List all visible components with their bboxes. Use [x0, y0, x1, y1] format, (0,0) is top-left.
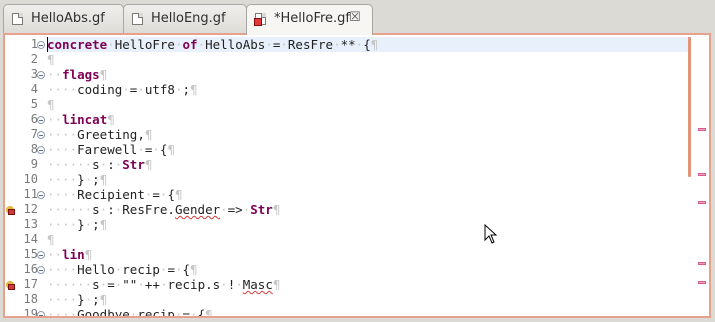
code-line[interactable]: ······s·:·ResFre.Gender·=>·Str¶: [47, 202, 280, 217]
fold-toggle-icon[interactable]: [37, 191, 45, 199]
line-number: 19: [23, 307, 38, 318]
tab-helloabs[interactable]: HelloAbs.gf: [3, 4, 124, 33]
tab-hellofre[interactable]: *HelloFre.gf ☒: [246, 4, 373, 35]
fold-toggle-icon[interactable]: [37, 116, 45, 124]
line-number: 14: [23, 232, 38, 246]
line-number: 2: [30, 52, 38, 66]
line-number: 12: [23, 202, 38, 216]
line-number: 10: [23, 172, 38, 186]
annotation-ruler: [5, 35, 16, 316]
line-number: 8: [30, 142, 38, 156]
gf-file-error-icon: [254, 13, 266, 26]
line-number: 1: [30, 37, 38, 51]
mouse-pointer-icon: [484, 224, 498, 244]
overview-error-mark[interactable]: [698, 128, 706, 131]
code-editor[interactable]: 1 2 3 4 5 6 7 8 9 10 11 12 13 14 15 16 17 18 19 concrete·H…: [3, 33, 711, 318]
editor-tab-bar: HelloAbs.gf HelloEng.gf *HelloFre.gf ☒: [0, 0, 715, 35]
tab-label: *HelloFre.gf: [274, 11, 351, 26]
code-line[interactable]: ¶: [47, 232, 55, 247]
line-number: 6: [30, 112, 38, 126]
code-line[interactable]: ··lincat¶: [47, 112, 115, 127]
code-line[interactable]: ····Recipient·=·{¶: [47, 187, 183, 202]
line-number: 15: [23, 247, 38, 261]
line-number: 7: [30, 127, 38, 141]
code-line[interactable]: ······s·=·""·++·recip.s·!·Masc¶: [47, 277, 280, 292]
code-line[interactable]: ··flags¶: [47, 67, 107, 82]
error-marker-icon[interactable]: [6, 205, 16, 215]
fold-toggle-icon[interactable]: [37, 71, 45, 79]
code-line[interactable]: ¶: [47, 52, 55, 67]
gf-file-icon: [132, 13, 143, 25]
code-line[interactable]: ····}·;¶: [47, 217, 107, 232]
line-number: 4: [30, 82, 38, 96]
vertical-scrollbar[interactable]: [688, 37, 691, 177]
overview-error-mark[interactable]: [698, 201, 706, 204]
code-line[interactable]: ··lin¶: [47, 247, 92, 262]
fold-toggle-icon[interactable]: [37, 251, 45, 259]
code-line[interactable]: ····Hello·recip·=·{¶: [47, 262, 198, 277]
code-line[interactable]: ····Farewell·=·{¶: [47, 142, 175, 157]
fold-toggle-icon[interactable]: [37, 311, 45, 316]
line-number: 5: [30, 97, 38, 111]
line-number: 11: [23, 187, 38, 201]
fold-toggle-icon[interactable]: [37, 131, 45, 139]
code-line[interactable]: concrete·HelloFre·of·HelloAbs·=·ResFre·*…: [47, 37, 691, 52]
text-caret: [47, 37, 48, 52]
line-number: 9: [30, 157, 38, 171]
overview-ruler[interactable]: [695, 35, 709, 316]
fold-toggle-icon[interactable]: [37, 146, 45, 154]
tab-helloeng[interactable]: HelloEng.gf: [123, 4, 247, 33]
close-tab-icon[interactable]: ☒: [349, 10, 361, 25]
overview-error-mark[interactable]: [698, 281, 706, 284]
line-number: 16: [23, 262, 38, 276]
overview-error-mark[interactable]: [698, 262, 706, 265]
line-number: 17: [23, 277, 38, 291]
fold-toggle-icon[interactable]: [37, 41, 45, 49]
code-line[interactable]: ····Goodbye·recip·=·{¶: [47, 307, 213, 316]
fold-toggle-icon[interactable]: [37, 266, 45, 274]
overview-error-mark[interactable]: [698, 173, 706, 176]
code-line[interactable]: ······s·:·Str¶: [47, 157, 152, 172]
code-line[interactable]: ····Greeting,¶: [47, 127, 152, 142]
tab-label: HelloAbs.gf: [31, 11, 105, 26]
gf-file-icon: [12, 13, 23, 25]
line-number: 13: [23, 217, 38, 231]
code-line[interactable]: ····coding·=·utf8·;¶: [47, 82, 198, 97]
code-line[interactable]: ¶: [47, 97, 55, 112]
tab-label: HelloEng.gf: [151, 11, 226, 26]
error-marker-icon[interactable]: [6, 280, 16, 290]
code-line[interactable]: ····}·;¶: [47, 172, 107, 187]
line-number: 18: [23, 292, 38, 306]
line-number: 3: [30, 67, 38, 81]
code-line[interactable]: ····}·;¶: [47, 292, 107, 307]
